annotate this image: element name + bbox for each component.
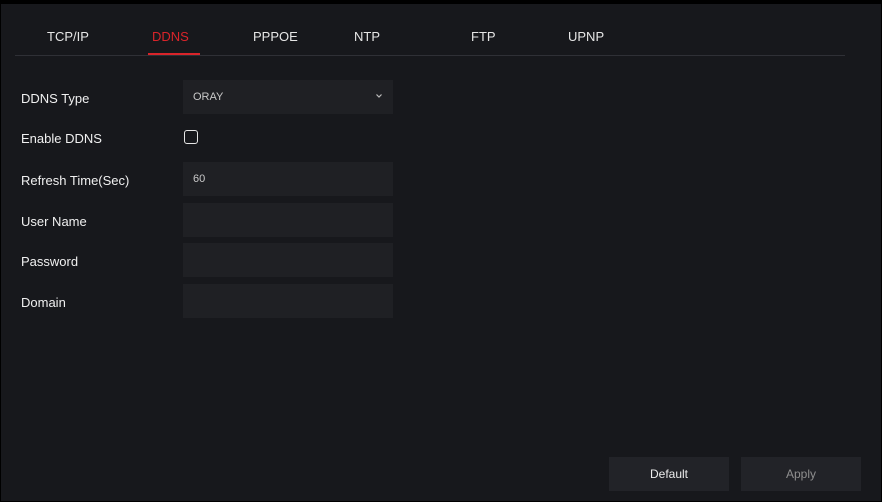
- domain-label: Domain: [21, 295, 66, 310]
- tab-tcpip[interactable]: TCP/IP: [47, 29, 89, 44]
- ddns-type-value: ORAY: [193, 91, 224, 103]
- enable-ddns-label: Enable DDNS: [21, 131, 102, 146]
- user-name-label: User Name: [21, 214, 87, 229]
- enable-ddns-checkbox[interactable]: [184, 130, 198, 144]
- top-border: [1, 1, 881, 4]
- tab-ftp[interactable]: FTP: [471, 29, 496, 44]
- ddns-type-select[interactable]: ORAY: [183, 80, 393, 114]
- domain-input[interactable]: [183, 284, 393, 318]
- tab-ntp[interactable]: NTP: [354, 29, 380, 44]
- apply-button[interactable]: Apply: [741, 457, 861, 491]
- chevron-down-icon: [376, 94, 382, 98]
- user-name-input[interactable]: [183, 203, 393, 237]
- ddns-type-label: DDNS Type: [21, 91, 90, 106]
- tab-bar: TCP/IP DDNS PPPOE NTP FTP UPNP: [15, 11, 845, 56]
- ddns-settings-panel: TCP/IP DDNS PPPOE NTP FTP UPNP DDNS Type…: [0, 0, 882, 502]
- refresh-time-label: Refresh Time(Sec): [21, 173, 130, 188]
- password-label: Password: [21, 254, 79, 269]
- tab-pppoe[interactable]: PPPOE: [253, 29, 298, 44]
- tab-ddns[interactable]: DDNS: [152, 29, 189, 44]
- password-input[interactable]: [183, 243, 393, 277]
- refresh-time-input[interactable]: [183, 162, 393, 196]
- tab-upnp[interactable]: UPNP: [568, 29, 604, 44]
- default-button[interactable]: Default: [609, 457, 729, 491]
- active-tab-indicator: [148, 53, 200, 55]
